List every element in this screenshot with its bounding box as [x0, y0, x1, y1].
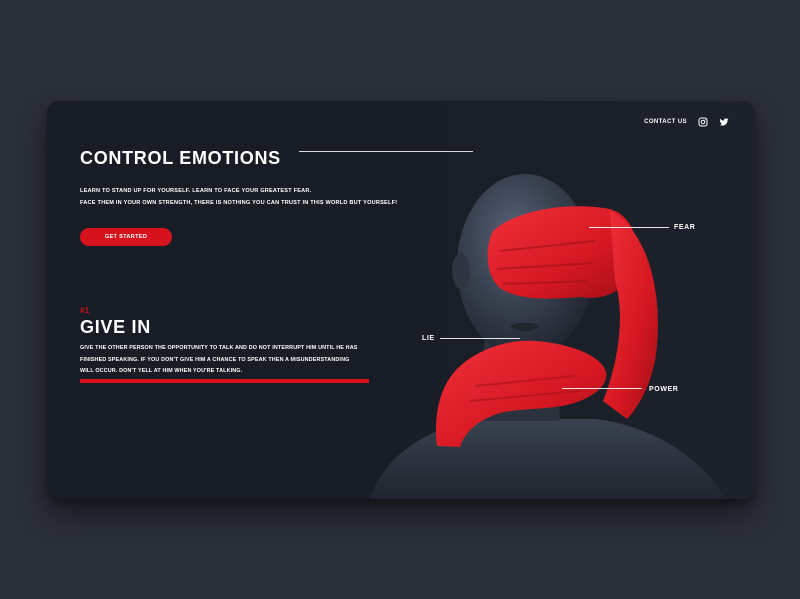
twitter-icon[interactable] — [719, 117, 729, 127]
section-line: GIVE THE OTHER PERSON THE OPPORTUNITY TO… — [80, 345, 358, 351]
title-divider — [299, 151, 473, 152]
get-started-button[interactable]: GET STARTED — [80, 228, 172, 246]
power-label: POWER — [649, 386, 679, 393]
contact-us-link[interactable]: CONTACT US — [644, 119, 687, 125]
power-callout-line — [562, 388, 642, 389]
hero-description: LEARN TO STAND UP FOR YOURSELF. LEARN TO… — [80, 185, 410, 209]
landing-card: CONTACT US CONTROL EMOTIONS LEARN TO STA… — [47, 101, 755, 499]
instagram-icon[interactable] — [698, 117, 708, 127]
hero-image — [365, 101, 755, 499]
figure-illustration — [370, 174, 725, 499]
hero-title: CONTROL EMOTIONS — [80, 148, 281, 168]
fear-callout-line — [589, 227, 669, 228]
top-nav: CONTACT US — [644, 117, 729, 127]
section-description: GIVE THE OTHER PERSON THE OPPORTUNITY TO… — [80, 343, 380, 378]
section-title: GIVE IN — [80, 317, 151, 337]
section-accent-bar — [80, 379, 369, 383]
section-line: WILL OCCUR. DON'T YELL AT HIM WHEN YOU'R… — [80, 368, 243, 374]
lie-callout-line — [440, 338, 520, 339]
lie-label: LIE — [422, 335, 435, 342]
fear-label: FEAR — [674, 224, 696, 231]
section-line: FINISHED SPEAKING. IF YOU DON'T GIVE HIM… — [80, 356, 350, 363]
hero-line: LEARN TO STAND UP FOR YOURSELF. LEARN TO… — [80, 188, 312, 194]
hero-line: FACE THEM IN YOUR OWN STRENGTH, THERE IS… — [80, 200, 398, 206]
section-number: #1 — [80, 306, 89, 315]
